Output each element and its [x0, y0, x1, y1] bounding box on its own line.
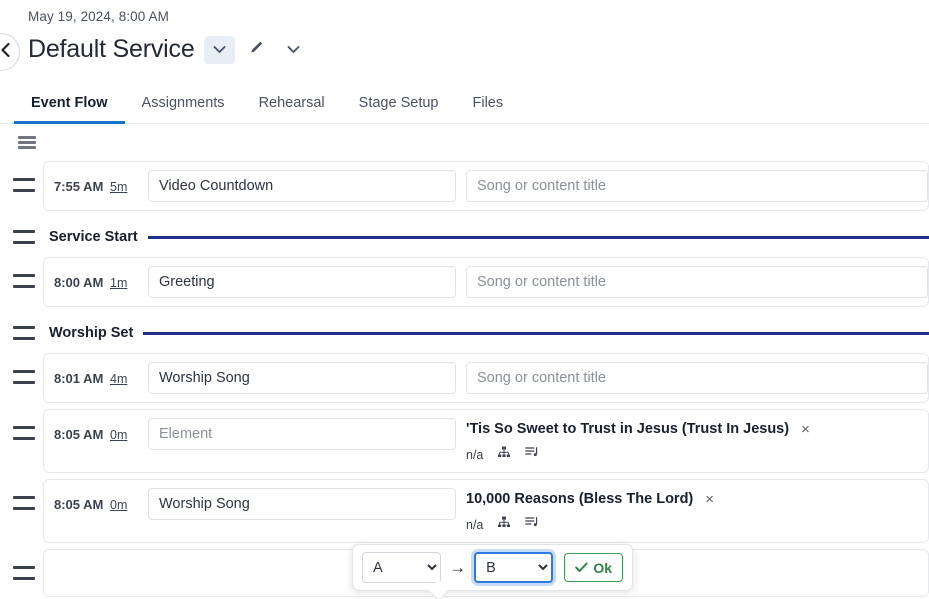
- edit-service-button[interactable]: [242, 36, 272, 64]
- drag-handle[interactable]: [13, 426, 35, 440]
- item-duration[interactable]: 1m: [106, 266, 142, 290]
- remove-song-button[interactable]: ×: [705, 492, 714, 507]
- song-key-value: n/a: [466, 518, 483, 532]
- item-title-input[interactable]: [148, 418, 456, 450]
- page-header: May 19, 2024, 8:00 AM Default Service: [0, 0, 929, 68]
- tab-rehearsal[interactable]: Rehearsal: [242, 95, 342, 123]
- item-title-input[interactable]: [148, 170, 456, 202]
- ok-button[interactable]: Ok: [564, 553, 623, 582]
- item-duration[interactable]: 0m: [106, 418, 142, 442]
- pencil-icon: [249, 41, 264, 59]
- title-row: Default Service: [0, 24, 929, 68]
- drag-handle[interactable]: [13, 370, 35, 384]
- ok-button-label: Ok: [593, 560, 612, 576]
- hamburger-menu-icon[interactable]: [18, 136, 36, 149]
- arrow-right-icon: →: [449, 559, 466, 576]
- flow-item-card: 8:01 AM 4m: [43, 353, 929, 403]
- item-content-col: [456, 266, 928, 298]
- tab-stage-setup[interactable]: Stage Setup: [342, 95, 456, 123]
- service-dropdown-button[interactable]: [204, 36, 235, 64]
- item-time: 8:01 AM: [44, 362, 106, 386]
- check-icon: [575, 560, 588, 576]
- music-playlist-icon[interactable]: [525, 516, 539, 534]
- song-key-value: n/a: [466, 448, 483, 462]
- song-title-text: 'Tis So Sweet to Trust in Jesus (Trust I…: [466, 421, 789, 437]
- flow-row: 8:05 AM 0m 10,000 Reasons (Bless The Lor…: [0, 479, 929, 549]
- item-title-input[interactable]: [148, 362, 456, 394]
- section-label: Worship Set: [49, 325, 133, 341]
- song-title-input[interactable]: [466, 170, 928, 202]
- item-duration[interactable]: 4m: [106, 362, 142, 386]
- item-time: 8:05 AM: [44, 418, 106, 442]
- item-time: 8:00 AM: [44, 266, 106, 290]
- tab-assignments[interactable]: Assignments: [125, 95, 242, 123]
- flow-row: 8:01 AM 4m: [0, 353, 929, 409]
- flow-toolbar: [0, 124, 929, 161]
- drag-handle[interactable]: [13, 326, 35, 340]
- flow-item-card: 7:55 AM 5m: [43, 161, 929, 211]
- flow-item-card: 8:05 AM 0m 'Tis So Sweet to Trust in Jes…: [43, 409, 929, 473]
- item-duration[interactable]: 5m: [106, 170, 142, 194]
- event-flow-list: 7:55 AM 5m Service Start 8:00 AM 1m Wors…: [0, 124, 929, 599]
- chevron-left-icon: [0, 42, 11, 63]
- flow-row: 8:05 AM 0m 'Tis So Sweet to Trust in Jes…: [0, 409, 929, 479]
- item-duration[interactable]: 0m: [106, 488, 142, 512]
- drag-handle[interactable]: [13, 496, 35, 510]
- service-more-menu-button[interactable]: [279, 36, 309, 64]
- from-key-select[interactable]: ABC: [362, 552, 441, 583]
- section-divider-line: [143, 332, 929, 335]
- song-meta-row: n/a: [466, 507, 928, 534]
- item-time: 8:05 AM: [44, 488, 106, 512]
- flow-row: 8:00 AM 1m: [0, 257, 929, 313]
- flow-item-card: 8:05 AM 0m 10,000 Reasons (Bless The Lor…: [43, 479, 929, 543]
- tab-files[interactable]: Files: [455, 95, 520, 123]
- drag-handle[interactable]: [13, 566, 35, 580]
- event-datetime: May 19, 2024, 8:00 AM: [0, 0, 929, 24]
- drag-handle[interactable]: [13, 178, 35, 192]
- item-content-col: [456, 170, 928, 202]
- item-content-col: [456, 362, 928, 394]
- flow-section-header: Service Start: [0, 217, 929, 257]
- tab-event-flow[interactable]: Event Flow: [14, 95, 125, 123]
- sitemap-icon[interactable]: [497, 516, 511, 534]
- tab-bar: Event Flow Assignments Rehearsal Stage S…: [0, 82, 929, 124]
- item-content-col: 'Tis So Sweet to Trust in Jesus (Trust I…: [456, 418, 928, 464]
- section-label: Service Start: [49, 229, 138, 245]
- attached-song: 'Tis So Sweet to Trust in Jesus (Trust I…: [466, 418, 928, 437]
- song-title-input[interactable]: [466, 266, 928, 298]
- chevron-down-icon: [213, 42, 226, 57]
- page-title: Default Service: [28, 35, 195, 64]
- song-meta-row: n/a: [466, 437, 928, 464]
- flow-item-card: 8:00 AM 1m: [43, 257, 929, 307]
- attached-song: 10,000 Reasons (Bless The Lord) ×: [466, 488, 928, 507]
- chevron-down-icon: [287, 42, 300, 57]
- music-playlist-icon[interactable]: [525, 446, 539, 464]
- flow-row: 7:55 AM 5m: [0, 161, 929, 217]
- section-divider-line: [148, 236, 929, 239]
- flow-section-header: Worship Set: [0, 313, 929, 353]
- to-key-select[interactable]: ABC: [474, 552, 553, 583]
- remove-song-button[interactable]: ×: [801, 422, 810, 437]
- item-title-input[interactable]: [148, 488, 456, 520]
- song-title-text: 10,000 Reasons (Bless The Lord): [466, 491, 693, 507]
- key-change-popup: ABC → ABC Ok: [352, 544, 633, 591]
- drag-handle[interactable]: [13, 274, 35, 288]
- sitemap-icon[interactable]: [497, 446, 511, 464]
- back-button[interactable]: [0, 33, 20, 71]
- drag-handle[interactable]: [13, 230, 35, 244]
- item-content-col: 10,000 Reasons (Bless The Lord) × n/a: [456, 488, 928, 534]
- song-title-input[interactable]: [466, 362, 928, 394]
- item-time: 7:55 AM: [44, 170, 106, 194]
- item-title-input[interactable]: [148, 266, 456, 298]
